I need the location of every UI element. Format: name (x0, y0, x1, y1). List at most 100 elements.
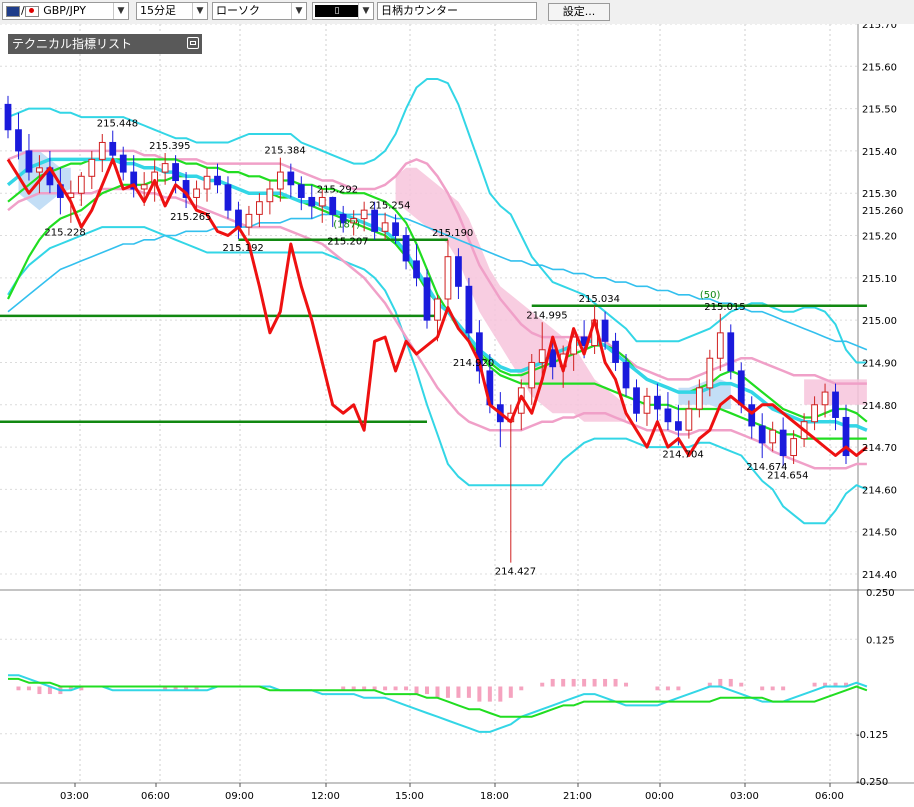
price-axis-label: 215.10 (862, 274, 897, 285)
price-annotation-label: 215.192 (222, 243, 263, 254)
candle-body[interactable] (88, 158, 96, 177)
candle-body[interactable] (402, 235, 410, 262)
candle-body[interactable] (727, 332, 735, 372)
candle-body[interactable] (444, 256, 452, 300)
time-axis-label: 15:00 (395, 791, 424, 802)
settings-button[interactable]: 設定... (548, 3, 610, 21)
candle-body[interactable] (214, 175, 221, 186)
color-select[interactable]: ▯ ▼ (312, 2, 374, 20)
candle-body[interactable] (318, 196, 326, 207)
candle-body[interactable] (779, 429, 787, 457)
candle-body[interactable] (15, 129, 22, 152)
macd-histogram-bar (770, 686, 775, 691)
candle-body[interactable] (811, 404, 818, 423)
candle-body[interactable] (748, 404, 756, 427)
candle-body[interactable] (297, 184, 305, 198)
oscillator-axis-label: -0.250 (856, 777, 888, 788)
candle-body[interactable] (737, 370, 745, 406)
candle-body[interactable] (528, 361, 536, 389)
timeframe-select[interactable]: 15分足 ▼ (136, 2, 208, 20)
candle-body[interactable] (235, 209, 242, 228)
minimize-icon[interactable] (187, 37, 199, 49)
macd-histogram-bar (393, 686, 398, 691)
price-chart[interactable]: 215.448 215.395 215.384 215.292 215.254 215.1… (0, 24, 914, 807)
counter-label: 日柄カウンター (381, 4, 458, 17)
candle-body[interactable] (622, 361, 630, 389)
price-axis-label: 214.60 (862, 485, 897, 496)
candle-body[interactable] (538, 349, 546, 363)
candle-body[interactable] (601, 319, 609, 342)
price-axis-label: 214.40 (862, 570, 897, 581)
candle-body[interactable] (224, 184, 232, 211)
chevron-down-icon[interactable]: ▼ (192, 3, 207, 19)
candle-body[interactable] (716, 332, 724, 359)
oscillator-axis-label: 0.250 (866, 588, 895, 599)
candle-body[interactable] (758, 425, 766, 444)
macd-histogram-bar (508, 686, 513, 698)
chevron-down-icon[interactable]: ▼ (113, 3, 128, 19)
indicator-list-panel[interactable]: テクニカル指標リスト (8, 34, 202, 54)
time-axis-label: 06:00 (141, 791, 170, 802)
candle-body[interactable] (109, 141, 117, 156)
candle-body[interactable] (245, 213, 253, 228)
price-axis-label: 215.70 (862, 24, 897, 31)
candle-body[interactable] (172, 163, 179, 182)
candle-body[interactable] (276, 171, 284, 190)
candle-body[interactable] (706, 357, 714, 389)
macd-histogram-bar (16, 686, 21, 691)
macd-histogram-bar (456, 686, 461, 698)
candle-body[interactable] (675, 421, 682, 431)
candle-body[interactable] (790, 438, 798, 457)
candle-body[interactable] (287, 171, 295, 186)
price-axis-label: 215.260 (862, 206, 903, 217)
candle-body[interactable] (381, 222, 389, 232)
candle-body[interactable] (193, 188, 200, 198)
candle-body[interactable] (769, 429, 777, 444)
candle-body[interactable] (266, 188, 274, 203)
chevron-down-icon[interactable]: ▼ (291, 3, 306, 19)
candle-body[interactable] (161, 163, 169, 173)
candle-body[interactable] (465, 285, 473, 334)
candle-body[interactable] (654, 395, 661, 410)
candle-body[interactable] (643, 395, 651, 414)
candle-body[interactable] (821, 391, 829, 406)
oscillator-axis-label: 0.125 (866, 635, 895, 646)
candle-body[interactable] (832, 391, 839, 418)
candle-body[interactable] (77, 175, 85, 194)
price-axis-label: 215.00 (862, 316, 897, 327)
candle-body[interactable] (98, 141, 106, 160)
candle-body[interactable] (371, 209, 379, 232)
time-axis-label: 00:00 (645, 791, 674, 802)
candle-body[interactable] (36, 167, 43, 173)
candle-body[interactable] (140, 184, 148, 190)
macd-histogram-bar (582, 678, 587, 687)
time-axis-label: 09:00 (225, 791, 254, 802)
candle-body[interactable] (664, 408, 672, 423)
candle-body[interactable] (549, 349, 557, 368)
candle-body[interactable] (308, 196, 316, 207)
symbol-select[interactable]: / GBP/JPY ▼ (2, 2, 129, 20)
candle-body[interactable] (434, 298, 441, 321)
candle-body[interactable] (413, 260, 420, 279)
time-axis-label: 12:00 (311, 791, 340, 802)
macd-histogram-bar (728, 678, 733, 687)
candle-body[interactable] (329, 196, 337, 215)
candle-body[interactable] (633, 387, 640, 414)
candle-body[interactable] (360, 209, 368, 220)
candle-body[interactable] (25, 150, 33, 173)
candle-body[interactable] (203, 175, 211, 190)
counter-field[interactable]: 日柄カウンター (377, 2, 537, 20)
candle-body[interactable] (695, 387, 703, 410)
candle-body[interactable] (685, 408, 693, 431)
timeframe-label: 15分足 (140, 4, 176, 17)
chart-style-select[interactable]: ローソク ▼ (212, 2, 307, 20)
candle-body[interactable] (119, 154, 127, 173)
candle-body[interactable] (455, 256, 462, 287)
chevron-down-icon[interactable]: ▼ (358, 3, 373, 19)
candle-body[interactable] (392, 222, 399, 237)
candle-body[interactable] (423, 277, 431, 321)
candle-body[interactable] (256, 201, 263, 215)
candle-body[interactable] (612, 340, 619, 363)
candle-body[interactable] (4, 103, 12, 131)
price-axis-label: 215.30 (862, 189, 897, 200)
